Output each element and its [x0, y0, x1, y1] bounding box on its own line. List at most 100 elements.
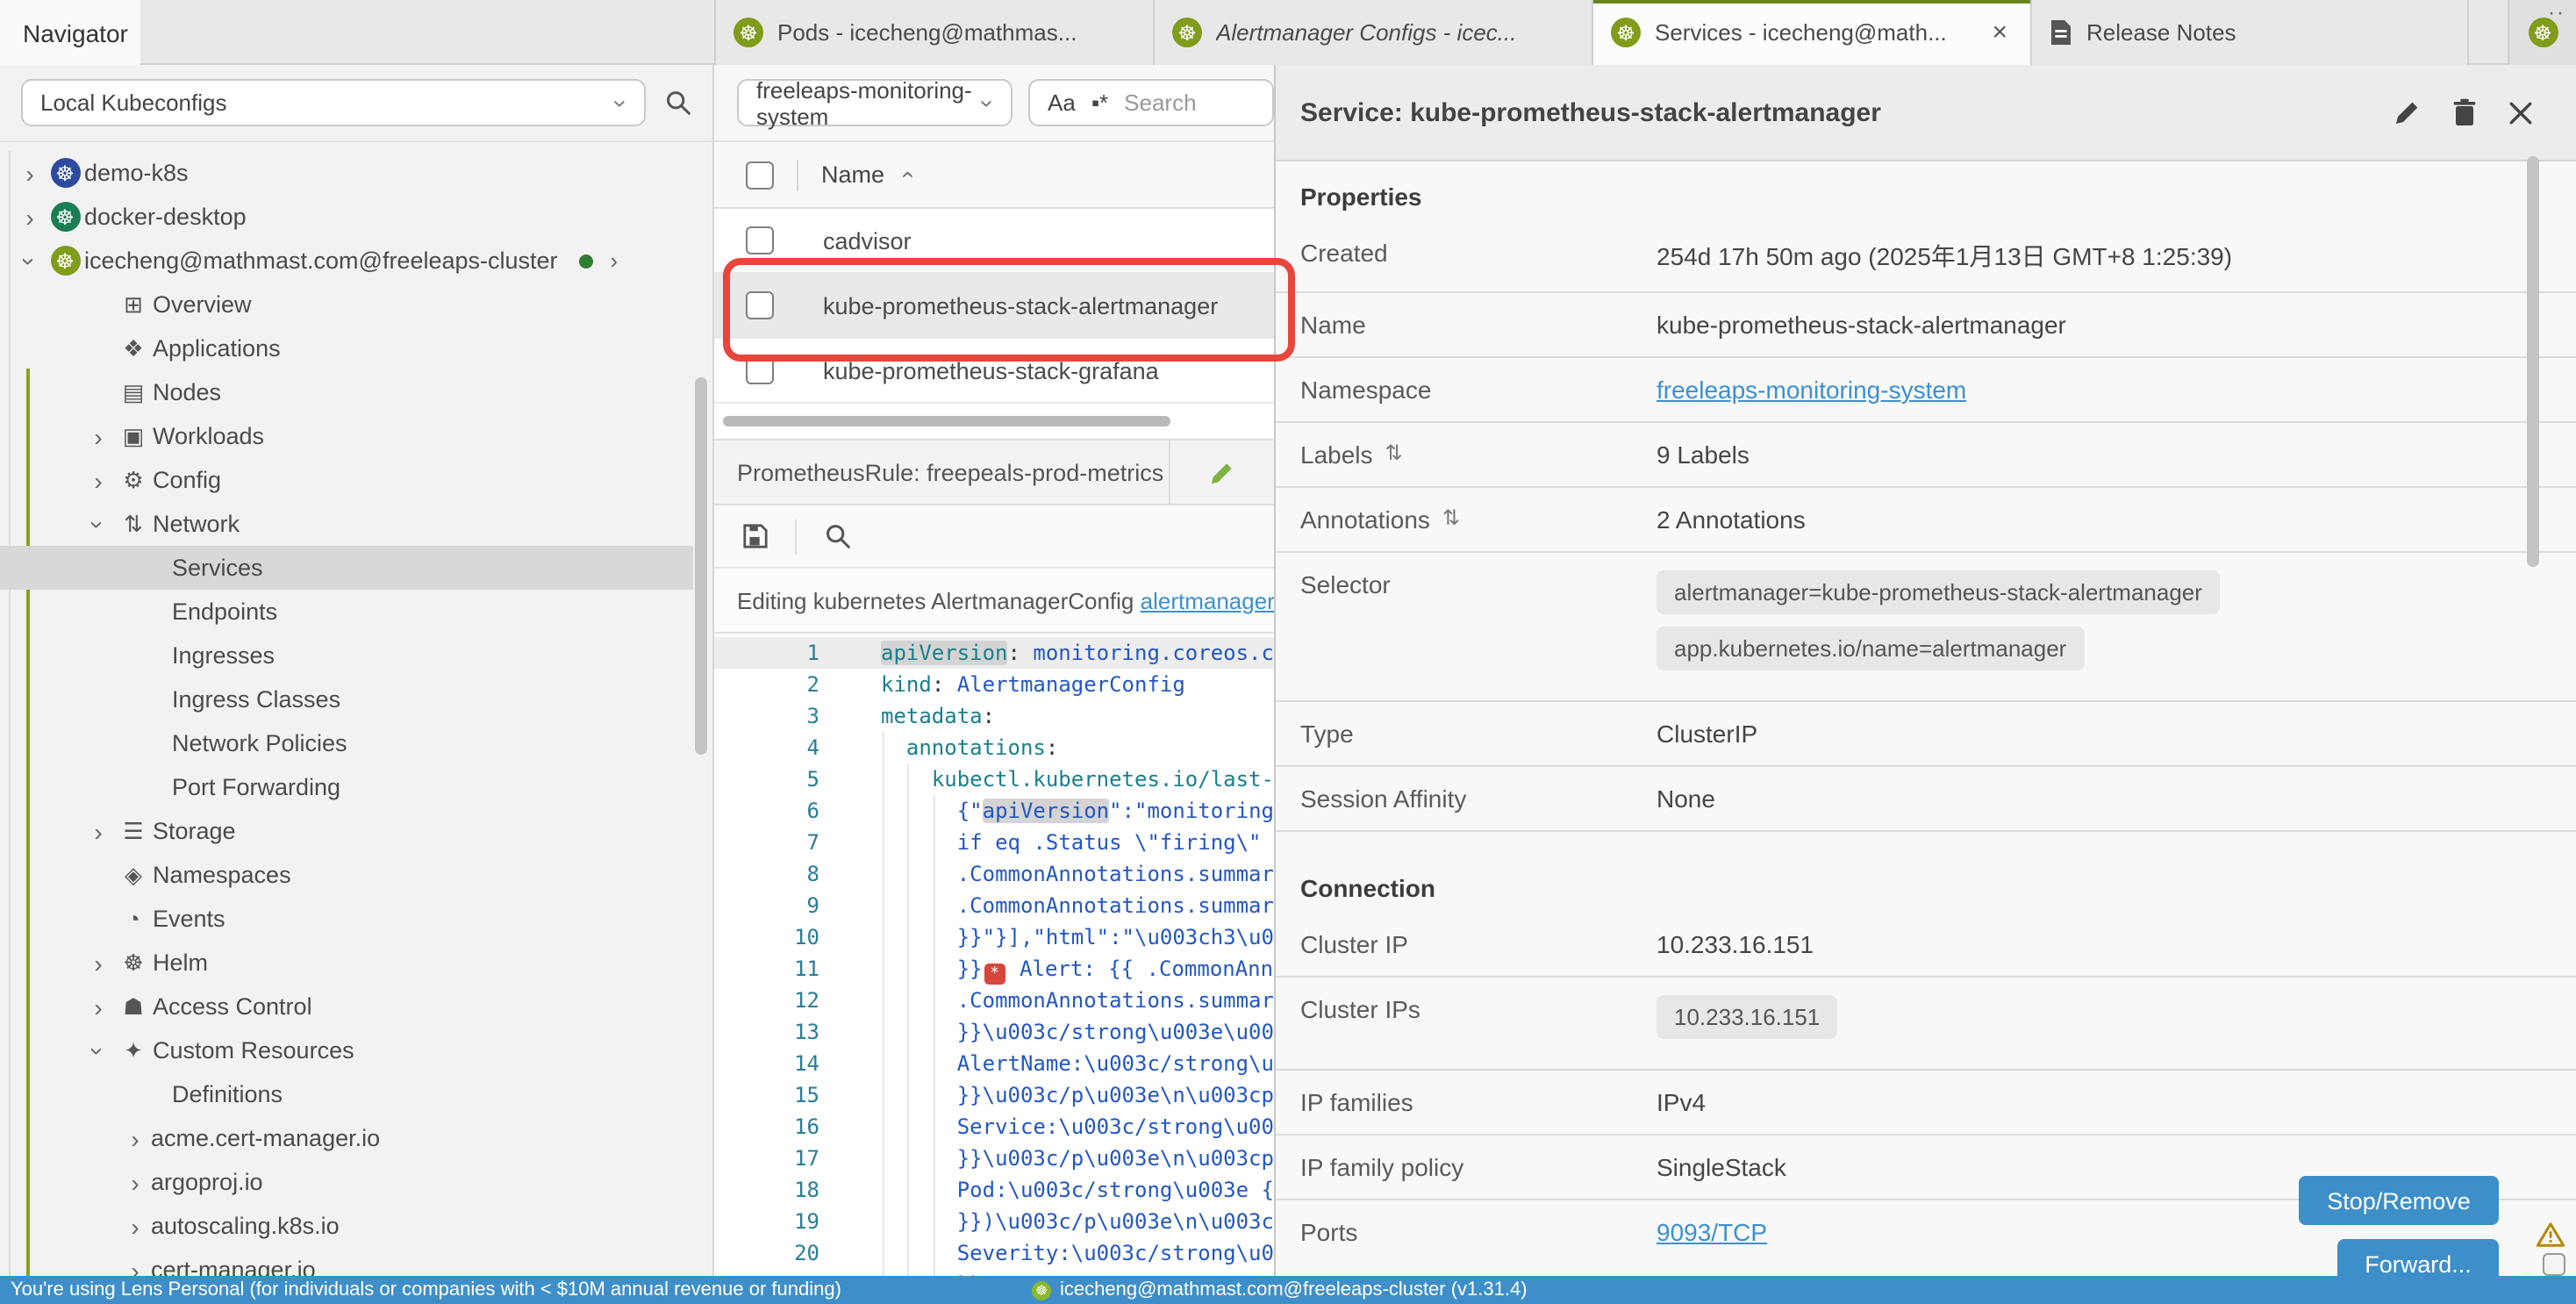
- code-line-2[interactable]: 2kind: AlertmanagerConfig: [714, 669, 1274, 700]
- sidebar-item-icecheng-mathmast-com-freeleaps-cluster[interactable]: ›☸icecheng@mathmast.com@freeleaps-cluste…: [14, 239, 712, 283]
- sidebar-item-custom-resources[interactable]: ›✦Custom Resources: [82, 1028, 712, 1072]
- port-link-9093-tcp[interactable]: 9093/TCP: [1657, 1218, 1767, 1246]
- chevron-collapsed-icon[interactable]: ›: [82, 817, 114, 845]
- code-line-11[interactable]: 11 }}* Alert: {{ .CommonAnnotati: [714, 953, 1274, 985]
- sort-toggle-icon[interactable]: ⇅: [1385, 441, 1403, 465]
- chevron-collapsed-icon[interactable]: ›: [14, 203, 46, 231]
- sidebar-item-network-policies[interactable]: Network Policies: [172, 721, 712, 765]
- sidebar-item-overview[interactable]: ⊞Overview: [82, 283, 712, 326]
- code-line-7[interactable]: 7 if eq .Status \"firing\" }}*: [714, 827, 1274, 858]
- chevron-collapsed-icon[interactable]: ›: [82, 466, 114, 494]
- sidebar-item-applications[interactable]: ❖Applications: [82, 326, 712, 370]
- select-all-checkbox[interactable]: [746, 161, 774, 189]
- sidebar-item-network[interactable]: ›⇅Network: [82, 502, 712, 546]
- code-line-4[interactable]: 4 annotations:: [714, 732, 1274, 763]
- chevron-collapsed-icon[interactable]: ›: [119, 1256, 151, 1276]
- sidebar-item-services[interactable]: Services: [0, 546, 693, 590]
- yaml-editor[interactable]: 1apiVersion: monitoring.coreos.com/v12ki…: [714, 634, 1274, 1304]
- sidebar-item-definitions[interactable]: Definitions: [172, 1072, 712, 1116]
- chevron-collapsed-icon[interactable]: ›: [119, 1212, 151, 1240]
- sidebar-item-config[interactable]: ›⚙Config: [82, 458, 712, 502]
- panel-scrollbar[interactable]: [2527, 156, 2539, 567]
- delete-trash-icon[interactable]: [2451, 98, 2478, 126]
- table-row-kube-prometheus-stack-grafana[interactable]: kube-prometheus-stack-grafana: [714, 339, 1274, 404]
- stop-remove-button[interactable]: Stop/Remove: [2299, 1176, 2499, 1225]
- row-checkbox[interactable]: [746, 226, 774, 254]
- alertmanager-config-link[interactable]: alertmanager: [1141, 587, 1274, 613]
- row-checkbox[interactable]: [746, 291, 774, 319]
- chevron-collapsed-icon[interactable]: ›: [82, 992, 114, 1021]
- code-line-8[interactable]: 8 .CommonAnnotations.summary }}: [714, 858, 1274, 890]
- chevron-collapsed-icon[interactable]: ›: [82, 949, 114, 977]
- sidebar-item-argoproj-io[interactable]: ›argoproj.io: [119, 1160, 712, 1204]
- chevron-expanded-icon[interactable]: ›: [84, 1035, 112, 1066]
- row-checkbox[interactable]: [746, 356, 774, 384]
- table-row-cadvisor[interactable]: cadvisor: [714, 209, 1274, 274]
- sidebar-item-autoscaling-k8s-io[interactable]: ›autoscaling.k8s.io: [119, 1204, 712, 1248]
- code-line-10[interactable]: 10 }}"}],"html":"\u003ch3\u003e\u: [714, 921, 1274, 953]
- cluster-status[interactable]: ☸ icecheng@mathmast.com@freeleaps-cluste…: [1032, 1279, 1528, 1300]
- edit-pencil-icon[interactable]: [1170, 459, 1274, 485]
- notification-box-icon[interactable]: [2543, 1253, 2565, 1276]
- code-line-5[interactable]: 5 kubectl.kubernetes.io/last-appli: [714, 763, 1274, 795]
- sidebar-item-ingresses[interactable]: Ingresses: [172, 634, 712, 677]
- dock-tab-prometheusrule[interactable]: PrometheusRule: freepeals-prod-metrics: [714, 439, 1274, 505]
- close-tab-icon[interactable]: ×: [1986, 18, 2013, 47]
- navigator-tab[interactable]: Navigator: [0, 0, 140, 65]
- sidebar-item-cert-manager-io[interactable]: ›cert-manager.io: [119, 1248, 712, 1276]
- table-row-kube-prometheus-stack-prometheus[interactable]: kube-prometheus-stack-prometheus: [714, 404, 1274, 414]
- tab-pods-icecheng-mathmas[interactable]: ☸Pods - icecheng@mathmas...: [714, 0, 1153, 65]
- code-line-6[interactable]: 6 {"apiVersion":"monitoring.core: [714, 795, 1274, 827]
- chevron-collapsed-icon[interactable]: ›: [119, 1168, 151, 1196]
- namespace-link[interactable]: freeleaps-monitoring-system: [1657, 376, 1966, 404]
- edit-pencil-icon[interactable]: [2394, 98, 2422, 126]
- search-icon[interactable]: [825, 523, 851, 549]
- sidebar-item-events[interactable]: ◔Events: [82, 897, 712, 941]
- code-line-13[interactable]: 13 }}\u003c/strong\u003e\u003c/h3: [714, 1016, 1274, 1048]
- sidebar-item-ingress-classes[interactable]: Ingress Classes: [172, 677, 712, 721]
- sidebar-item-helm[interactable]: ›☸Helm: [82, 941, 712, 985]
- sidebar-item-port-forwarding[interactable]: Port Forwarding: [172, 765, 712, 809]
- regex-toggle[interactable]: ▪*: [1091, 90, 1108, 116]
- code-line-17[interactable]: 17 }}\u003c/p\u003e\n\u003cp\u003: [714, 1143, 1274, 1174]
- kubeconfig-select[interactable]: Local Kubeconfigs ›: [21, 79, 646, 126]
- save-icon[interactable]: [742, 523, 769, 549]
- sort-asc-icon[interactable]: ›: [892, 171, 919, 179]
- sidebar-item-namespaces[interactable]: ◈Namespaces: [82, 853, 712, 897]
- code-line-15[interactable]: 15 }}\u003c/p\u003e\n\u003cp\u003: [714, 1079, 1274, 1111]
- code-line-20[interactable]: 20 Severity:\u003c/strong\u003e: [714, 1237, 1274, 1269]
- chevron-right-icon[interactable]: ›: [611, 247, 619, 274]
- tab-alertmanager-configs-icec[interactable]: ☸Alertmanager Configs - icec...: [1153, 0, 1592, 65]
- sort-toggle-icon[interactable]: ⇅: [1442, 505, 1460, 530]
- sidebar-item-demo-k8s[interactable]: ›☸demo-k8s: [14, 151, 712, 195]
- chevron-collapsed-icon[interactable]: ›: [14, 159, 46, 187]
- code-line-12[interactable]: 12 .CommonAnnotations.summary }}: [714, 985, 1274, 1016]
- table-row-kube-prometheus-stack-alertmanager[interactable]: kube-prometheus-stack-alertmanager: [714, 274, 1274, 339]
- code-line-16[interactable]: 16 Service:\u003c/strong\u003e {: [714, 1111, 1274, 1143]
- sidebar-item-endpoints[interactable]: Endpoints: [172, 590, 712, 634]
- sidebar-scrollbar[interactable]: [695, 377, 707, 755]
- search-input[interactable]: Aa ▪* Search: [1028, 79, 1274, 126]
- chevron-collapsed-icon[interactable]: ›: [119, 1124, 151, 1152]
- sidebar-item-workloads[interactable]: ›▣Workloads: [82, 414, 712, 458]
- tab-release-notes[interactable]: Release Notes: [2030, 0, 2469, 65]
- code-line-9[interactable]: 9 .CommonAnnotations.summary }}: [714, 890, 1274, 921]
- sidebar-item-access-control[interactable]: ›☗Access Control: [82, 985, 712, 1028]
- sidebar-item-acme-cert-manager-io[interactable]: ›acme.cert-manager.io: [119, 1116, 712, 1160]
- code-line-19[interactable]: 19 }})\u003c/p\u003e\n\u003cp\u00: [714, 1206, 1274, 1237]
- overflow-tab[interactable]: ☸: [2508, 0, 2576, 65]
- edit-pencil-icon[interactable]: [1209, 459, 1235, 485]
- chevron-expanded-icon[interactable]: ›: [16, 245, 44, 276]
- sidebar-item-nodes[interactable]: ▤Nodes: [82, 370, 712, 414]
- match-case-toggle[interactable]: Aa: [1048, 90, 1076, 116]
- code-line-14[interactable]: 14 AlertName:\u003c/strong\u003e: [714, 1048, 1274, 1079]
- sidebar-item-docker-desktop[interactable]: ›☸docker-desktop: [14, 195, 712, 239]
- horizontal-scrollbar[interactable]: [723, 416, 1170, 426]
- chevron-collapsed-icon[interactable]: ›: [82, 422, 114, 450]
- code-line-3[interactable]: 3metadata:: [714, 700, 1274, 732]
- code-line-1[interactable]: 1apiVersion: monitoring.coreos.com/v1: [714, 637, 1274, 669]
- code-line-18[interactable]: 18 Pod:\u003c/strong\u003e {{ .Co: [714, 1174, 1274, 1206]
- sidebar-item-storage[interactable]: ›☰Storage: [82, 809, 712, 853]
- close-icon[interactable]: [2508, 99, 2534, 125]
- warning-triangle-icon[interactable]: [2536, 1222, 2565, 1248]
